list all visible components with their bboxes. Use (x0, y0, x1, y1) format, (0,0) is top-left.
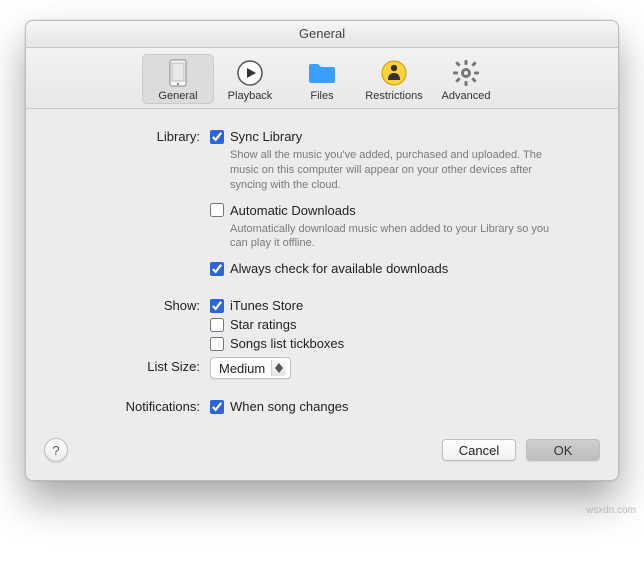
toolbar: General Playback Files (26, 48, 618, 109)
tab-restrictions-label: Restrictions (360, 90, 428, 102)
ok-button[interactable]: OK (526, 439, 600, 461)
sync-library-desc: Show all the music you've added, purchas… (210, 146, 570, 201)
itunes-store-label: iTunes Store (230, 298, 303, 313)
automatic-downloads-desc: Automatically download music when added … (210, 220, 570, 260)
tab-playback-label: Playback (216, 90, 284, 102)
automatic-downloads-checkbox[interactable] (210, 203, 224, 217)
watermark: wsxdn.com (0, 501, 644, 516)
notifications-label: Notifications: (50, 397, 210, 414)
list-size-label: List Size: (50, 357, 210, 374)
tab-restrictions[interactable]: Restrictions (358, 54, 430, 104)
tab-playback[interactable]: Playback (214, 54, 286, 104)
sync-library-label: Sync Library (230, 129, 302, 144)
window-title: General (26, 21, 618, 48)
tab-advanced-label: Advanced (432, 90, 500, 102)
tab-general[interactable]: General (142, 54, 214, 104)
songs-tickboxes-label: Songs list tickboxes (230, 336, 344, 351)
songs-tickboxes-checkbox[interactable] (210, 337, 224, 351)
tab-files[interactable]: Files (286, 54, 358, 104)
when-song-changes-label: When song changes (230, 399, 349, 414)
tab-advanced[interactable]: Advanced (430, 54, 502, 104)
footer: ? Cancel OK (26, 438, 618, 480)
general-icon (163, 58, 193, 88)
advanced-icon (451, 58, 481, 88)
cancel-button[interactable]: Cancel (442, 439, 516, 461)
star-ratings-label: Star ratings (230, 317, 296, 332)
itunes-store-checkbox[interactable] (210, 299, 224, 313)
library-label: Library: (50, 127, 210, 144)
tab-files-label: Files (288, 90, 356, 102)
list-size-value: Medium (219, 361, 265, 376)
show-label: Show: (50, 296, 210, 313)
automatic-downloads-label: Automatic Downloads (230, 203, 356, 218)
restrictions-icon (379, 58, 409, 88)
star-ratings-checkbox[interactable] (210, 318, 224, 332)
preferences-window: General General Playback (25, 20, 619, 481)
stepper-icon (271, 360, 286, 376)
when-song-changes-checkbox[interactable] (210, 400, 224, 414)
always-check-downloads-label: Always check for available downloads (230, 261, 448, 276)
tab-general-label: General (144, 90, 212, 102)
sync-library-checkbox[interactable] (210, 130, 224, 144)
help-button[interactable]: ? (44, 438, 68, 462)
preferences-body: Library: Sync Library Show all the music… (26, 109, 618, 438)
list-size-select[interactable]: Medium (210, 357, 291, 379)
always-check-downloads-checkbox[interactable] (210, 262, 224, 276)
files-icon (307, 58, 337, 88)
playback-icon (235, 58, 265, 88)
